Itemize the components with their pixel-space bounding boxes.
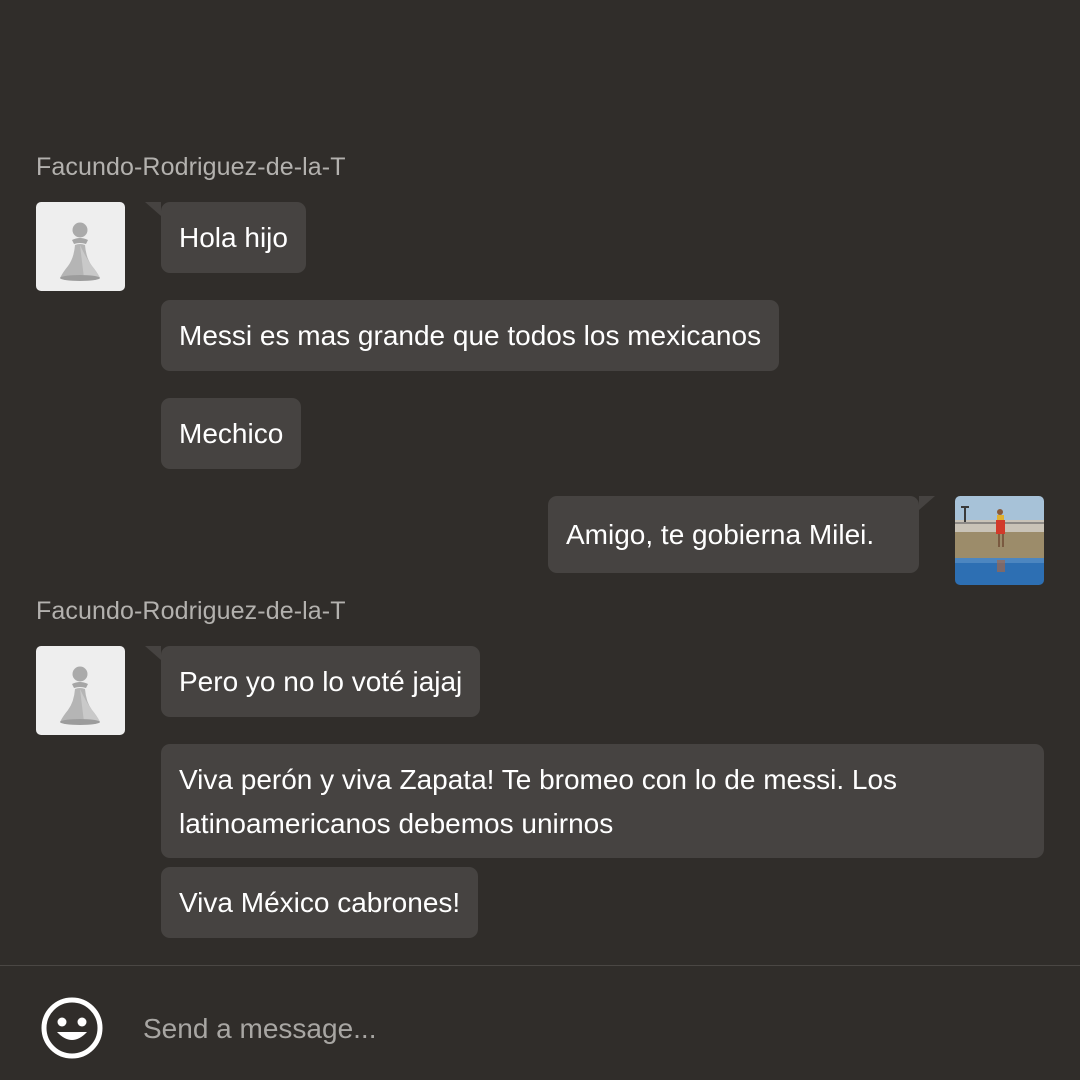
smiley-face-icon[interactable] <box>40 996 104 1060</box>
message-bubble[interactable]: Viva México cabrones! <box>161 867 479 938</box>
user-photo-avatar[interactable] <box>955 496 1044 585</box>
sender-username[interactable]: Facundo-Rodriguez-de-la-T <box>36 597 346 626</box>
bubble-tail <box>145 202 161 216</box>
chess-pawn-icon[interactable] <box>36 202 125 291</box>
chat-screen: Facundo-Rodriguez-de-la-T Hola hijo Mess… <box>0 0 1080 1080</box>
bubble-tail <box>919 496 935 510</box>
chess-pawn-icon[interactable] <box>36 646 125 735</box>
composer-divider <box>0 965 1080 966</box>
message-bubble[interactable]: Hola hijo <box>161 202 306 273</box>
message-bubble[interactable]: Pero yo no lo voté jajaj <box>161 646 481 717</box>
bubble-tail <box>145 646 161 660</box>
own-message-bubble[interactable]: Amigo, te gobierna Milei. <box>548 496 919 573</box>
message-bubble[interactable]: Mechico <box>161 398 302 469</box>
sender-username[interactable]: Facundo-Rodriguez-de-la-T <box>36 153 346 182</box>
message-bubble[interactable]: Messi es mas grande que todos los mexica… <box>161 300 780 371</box>
message-bubble[interactable]: Viva perón y viva Zapata! Te bromeo con … <box>161 744 1044 858</box>
message-input[interactable] <box>143 1003 1043 1055</box>
